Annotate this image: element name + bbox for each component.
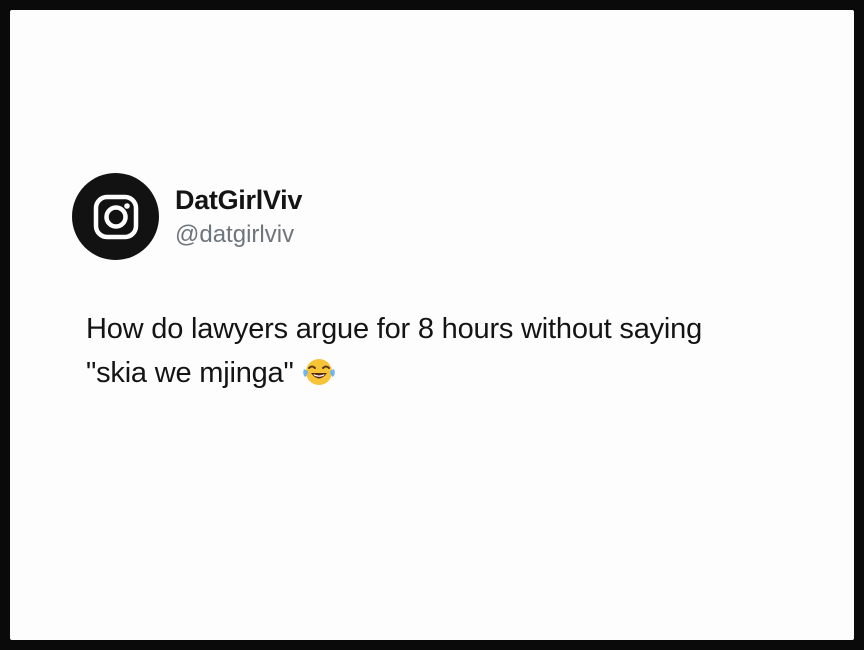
tweet-text: How do lawyers argue for 8 hours without… <box>72 307 812 395</box>
author-handle[interactable]: @datgirlviv <box>175 219 302 251</box>
author-names: DatGirlViv @datgirlviv <box>175 183 302 251</box>
face-with-tears-of-joy-icon <box>302 359 335 386</box>
instagram-logo-icon <box>93 194 138 239</box>
author-display-name[interactable]: DatGirlViv <box>175 183 302 217</box>
tweet-header: DatGirlViv @datgirlviv <box>72 173 812 260</box>
post-card: DatGirlViv @datgirlviv How do lawyers ar… <box>10 10 854 640</box>
tweet-text-line: "skia we mjinga" <box>86 351 812 395</box>
tweet-text-line: How do lawyers argue for 8 hours without… <box>86 313 703 345</box>
avatar[interactable] <box>72 173 159 260</box>
tweet-text-quote: "skia we mjinga" <box>86 357 294 389</box>
tweet: DatGirlViv @datgirlviv How do lawyers ar… <box>72 173 812 395</box>
